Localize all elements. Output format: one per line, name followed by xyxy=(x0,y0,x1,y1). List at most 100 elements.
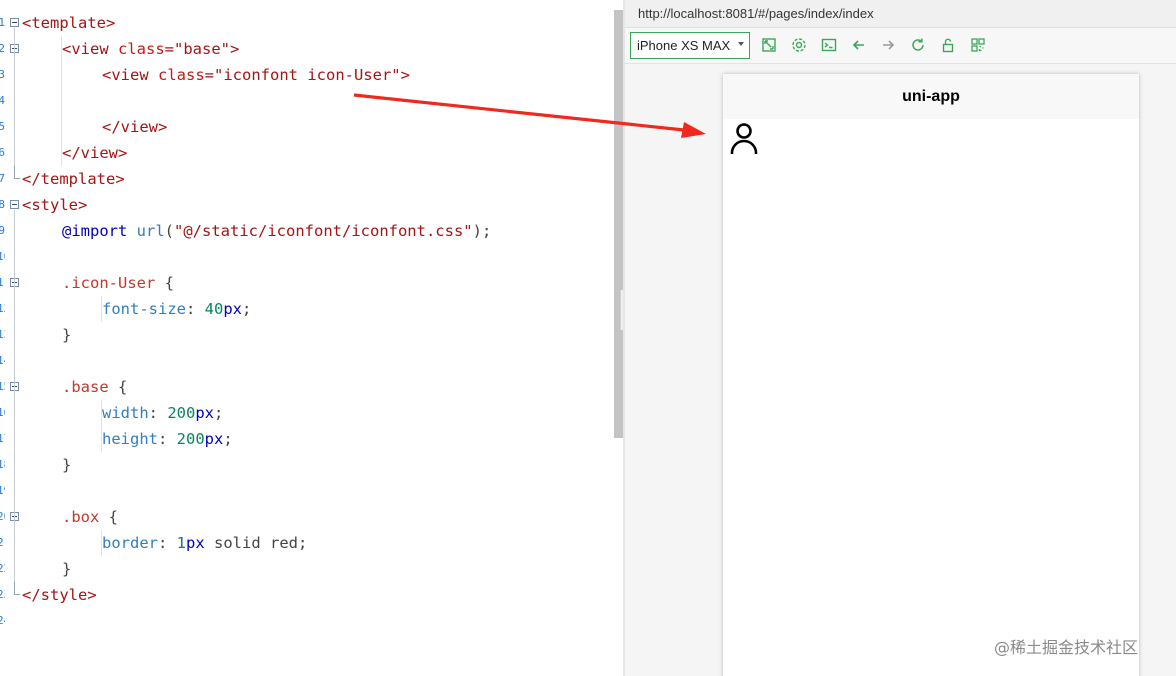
code-token: .box xyxy=(62,508,100,526)
rotate-icon[interactable] xyxy=(760,36,778,54)
code-line[interactable]: 1 <template> xyxy=(0,10,614,36)
line-number: 10 xyxy=(0,250,5,263)
code-line[interactable]: 18} xyxy=(0,452,614,478)
code-token: } xyxy=(62,326,72,344)
forward-arrow-icon[interactable] xyxy=(879,36,897,54)
line-number: 21 xyxy=(0,536,5,549)
code-line[interactable]: 14 xyxy=(0,348,614,374)
fold-rail xyxy=(14,392,15,452)
code-line[interactable]: 5 </view> xyxy=(0,114,614,140)
code-token: </view> xyxy=(102,118,168,136)
watermark: @稀土掘金技术社区 xyxy=(994,638,1139,657)
navigation-bar: uni-app xyxy=(723,74,1139,119)
code-token: > xyxy=(230,40,240,58)
settings-icon[interactable] xyxy=(790,36,808,54)
code-line[interactable]: 3 <view class="iconfont icon-User"> xyxy=(0,62,614,88)
code-line[interactable]: 20 .box { xyxy=(0,504,614,530)
code-token: 1 xyxy=(176,534,187,552)
code-line[interactable]: 19 xyxy=(0,478,614,504)
phone-viewport: uni-app xyxy=(723,74,1139,676)
code-line[interactable]: 11 .icon-User { xyxy=(0,270,614,296)
line-number: 14 xyxy=(0,354,5,367)
line-number: 20 xyxy=(0,510,5,523)
back-arrow-icon[interactable] xyxy=(850,36,868,54)
fold-rail xyxy=(14,288,15,322)
code-token: ( xyxy=(164,222,175,240)
qrcode-icon[interactable] xyxy=(969,36,987,54)
lock-icon[interactable] xyxy=(939,36,957,54)
line-number: 12 xyxy=(0,302,5,315)
fold-end-marker xyxy=(14,166,20,179)
code-line[interactable]: 8 <style> xyxy=(0,192,614,218)
preview-panel: http://localhost:8081/#/pages/index/inde… xyxy=(625,0,1176,676)
editor-scrollbar[interactable] xyxy=(614,10,623,438)
code-token: { xyxy=(108,378,128,396)
fold-toggle-icon[interactable] xyxy=(10,18,19,27)
code-token: </view> xyxy=(62,144,128,162)
code-line[interactable]: 22} xyxy=(0,556,614,582)
code-editor[interactable]: 1 <template> 2 <view class="base"> 3 <view cl… xyxy=(0,0,614,676)
preview-toolbar: iPhone XS MAX xyxy=(625,28,1176,64)
code-line[interactable]: 16 width: 200px; xyxy=(0,400,614,426)
code-line[interactable]: 21 border: 1px solid red; xyxy=(0,530,614,556)
code-line[interactable]: 15 .base { xyxy=(0,374,614,400)
code-text: <style> xyxy=(22,192,87,218)
code-token: @import xyxy=(62,222,128,240)
code-text: <template> xyxy=(22,10,115,36)
user-icon xyxy=(729,122,759,155)
line-number: 22 xyxy=(0,562,5,575)
code-text: font-size: 40px; xyxy=(102,296,251,322)
code-token: <style> xyxy=(22,196,88,214)
code-text: border: 1px solid red; xyxy=(102,530,307,556)
fold-rail xyxy=(14,54,15,140)
code-token: : xyxy=(158,534,177,552)
code-line[interactable]: 4 xyxy=(0,88,614,114)
code-token: 40 xyxy=(204,300,224,318)
line-number: 8 xyxy=(0,198,5,211)
code-token: : xyxy=(148,404,168,422)
reload-icon[interactable] xyxy=(909,36,927,54)
url-text[interactable]: http://localhost:8081/#/pages/index/inde… xyxy=(638,6,874,21)
code-line[interactable]: 23 </style> xyxy=(0,582,614,608)
code-text: width: 200px; xyxy=(102,400,223,426)
code-text: .icon-User { xyxy=(62,270,174,296)
code-line[interactable]: 10 xyxy=(0,244,614,270)
url-bar[interactable]: http://localhost:8081/#/pages/index/inde… xyxy=(625,0,1176,28)
page-title: uni-app xyxy=(902,88,960,105)
fold-end-marker xyxy=(14,582,20,595)
code-line[interactable]: 17 height: 200px; xyxy=(0,426,614,452)
code-token: .base xyxy=(62,378,109,396)
code-line[interactable]: 2 <view class="base"> xyxy=(0,36,614,62)
fold-rail xyxy=(14,522,15,556)
code-token: { xyxy=(155,274,174,292)
code-line[interactable]: 6 </view> xyxy=(0,140,614,166)
code-line[interactable]: 24 xyxy=(0,608,614,634)
code-line[interactable]: 9 @import url("@/static/iconfont/iconfont… xyxy=(0,218,614,244)
code-token: ); xyxy=(472,222,492,240)
splitter-grip[interactable] xyxy=(620,290,623,330)
code-token: > xyxy=(400,66,410,84)
code-token: </style> xyxy=(22,586,97,604)
code-token: { xyxy=(99,508,118,526)
line-number: 6 xyxy=(0,146,5,159)
line-number: 11 xyxy=(0,276,5,289)
line-number: 9 xyxy=(0,224,5,237)
line-number: 17 xyxy=(0,432,5,445)
device-select[interactable]: iPhone XS MAX xyxy=(630,32,750,59)
line-number: 1 xyxy=(0,16,5,29)
code-token: </template> xyxy=(22,170,125,188)
code-line[interactable]: 7 </template> xyxy=(0,166,614,192)
code-token: .icon-User xyxy=(62,274,156,292)
code-token: px xyxy=(223,300,243,318)
code-token: px xyxy=(195,404,215,422)
code-token: url xyxy=(136,222,165,240)
code-line[interactable]: 12 font-size: 40px; xyxy=(0,296,614,322)
code-line[interactable]: 13} xyxy=(0,322,614,348)
line-number: 2 xyxy=(0,42,5,55)
fold-toggle-icon[interactable] xyxy=(10,200,19,209)
code-token: width xyxy=(102,404,149,422)
code-token: } xyxy=(62,456,72,474)
code-token: "@/static/iconfont/iconfont.css" xyxy=(174,222,473,240)
console-icon[interactable] xyxy=(820,36,838,54)
